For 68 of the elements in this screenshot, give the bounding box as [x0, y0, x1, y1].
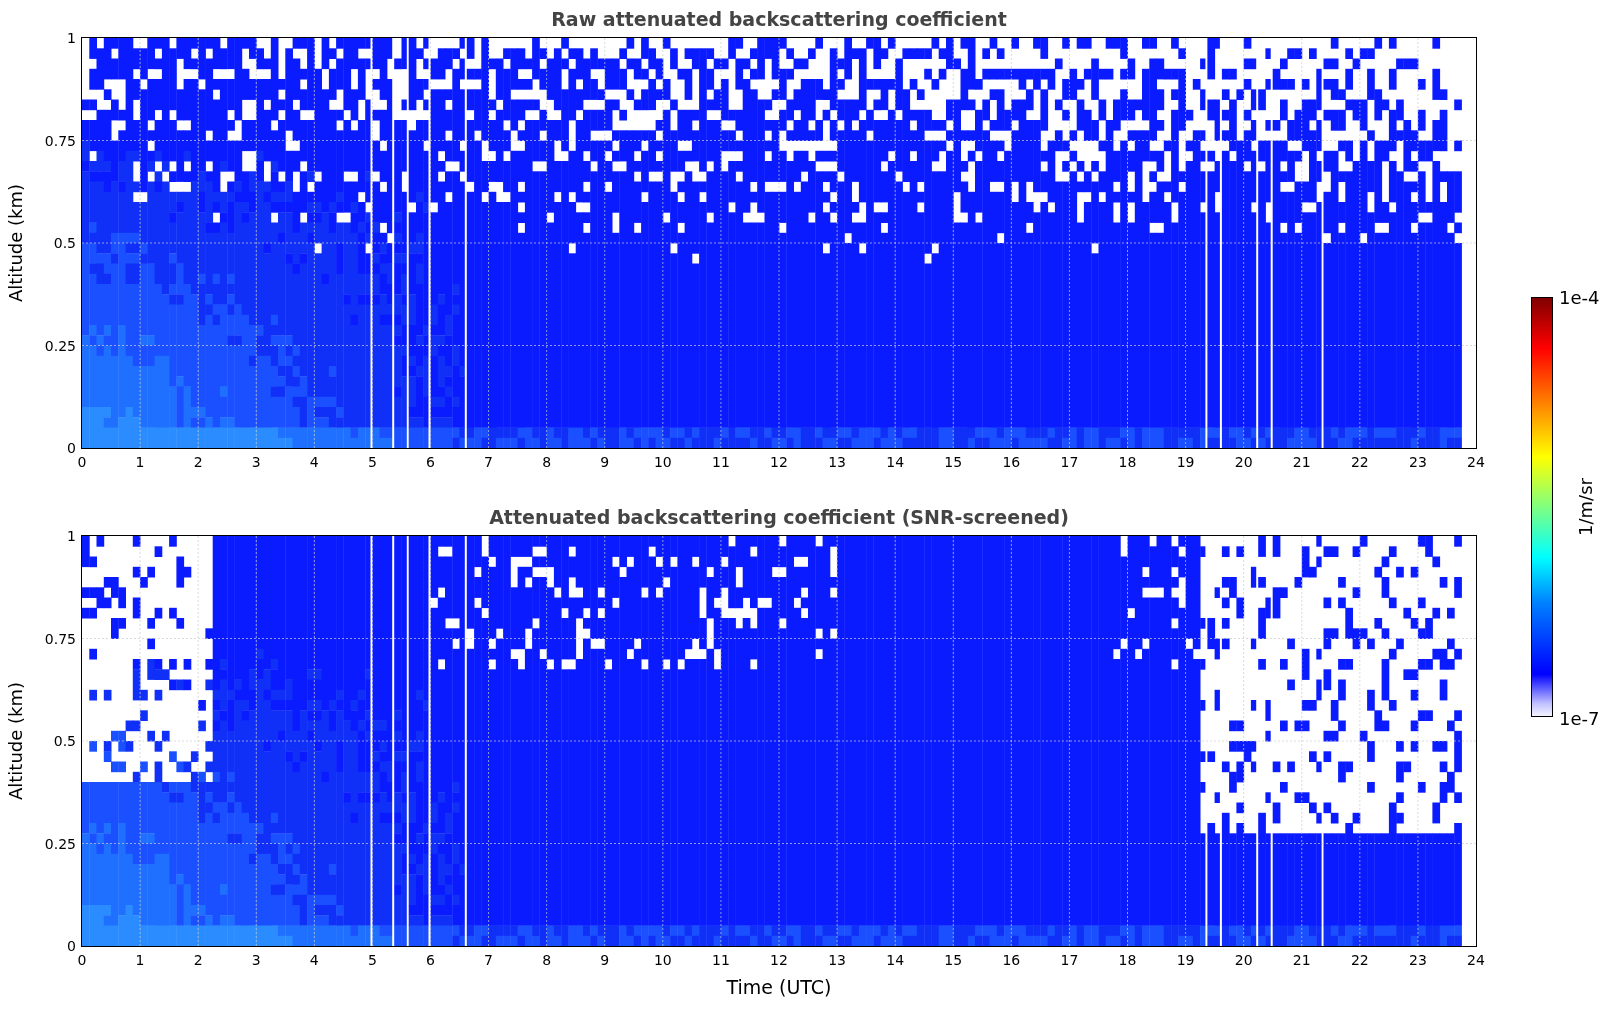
tick-label: 10 [653, 952, 672, 968]
tick-label: 0.25 [44, 337, 76, 354]
tick-label: 16 [1002, 454, 1021, 470]
tick-label: 3 [251, 454, 261, 470]
tick-label: 5 [367, 454, 377, 470]
tick-label: 14 [886, 454, 905, 470]
tick-label: 0 [77, 952, 87, 968]
tick-label: 0.75 [44, 630, 76, 647]
tick-label: 17 [1060, 952, 1079, 968]
tick-label: 12 [770, 454, 788, 470]
tick-label: 9 [600, 454, 610, 470]
tick-label: 0 [67, 938, 76, 954]
tick-label: 1 [135, 952, 145, 968]
chart-title: Raw attenuated backscattering coefficient [551, 8, 1007, 30]
tick-label: 24 [1467, 454, 1485, 470]
colorbar-max-label: 1e-4 [1559, 287, 1600, 308]
tick-label: 1 [67, 528, 76, 544]
tick-label: 7 [484, 454, 494, 470]
tick-label: 12 [770, 952, 788, 968]
colorbar-unit-label: 1/m/sr [1575, 478, 1597, 536]
tick-label: 20 [1234, 454, 1253, 470]
tick-label: 13 [828, 454, 846, 470]
tick-label: 19 [1176, 952, 1195, 968]
tick-label: 0.75 [44, 132, 76, 149]
tick-label: 18 [1118, 952, 1137, 968]
chart-title: Attenuated backscattering coefficient (SNR-screened) [489, 506, 1069, 528]
tick-label: 13 [828, 952, 846, 968]
tick-label: 2 [193, 952, 203, 968]
tick-label: 23 [1409, 454, 1427, 470]
tick-label: 11 [712, 952, 730, 968]
tick-label: 22 [1350, 952, 1369, 968]
tick-label: 3 [251, 952, 261, 968]
tick-label: 6 [426, 952, 435, 968]
tick-label: 5 [367, 952, 377, 968]
tick-label: 14 [886, 952, 905, 968]
tick-label: 0.5 [53, 235, 76, 251]
tick-label: 0.25 [44, 835, 76, 852]
tick-label: 17 [1060, 454, 1079, 470]
tick-label: 6 [426, 454, 435, 470]
tick-label: 24 [1467, 952, 1485, 968]
tick-label: 22 [1350, 454, 1369, 470]
tick-label: 1 [135, 454, 145, 470]
tick-label: 19 [1176, 454, 1195, 470]
tick-label: 21 [1292, 454, 1311, 470]
colorbar-min-label: 1e-7 [1559, 708, 1600, 729]
tick-label: 4 [309, 454, 319, 470]
tick-label: 21 [1292, 952, 1311, 968]
tick-label: 9 [600, 952, 610, 968]
tick-label: 15 [944, 454, 963, 470]
tick-label: 11 [712, 454, 730, 470]
tick-label: 16 [1002, 952, 1021, 968]
tick-label: 2 [193, 454, 203, 470]
tick-label: 18 [1118, 454, 1137, 470]
tick-label: 1 [67, 30, 76, 46]
tick-label: 7 [484, 952, 494, 968]
tick-label: 8 [542, 952, 552, 968]
tick-label: 0.5 [53, 733, 76, 749]
tick-label: 0 [67, 440, 76, 456]
tick-label: 0 [77, 454, 87, 470]
tick-label: 8 [542, 454, 552, 470]
tick-label: 23 [1409, 952, 1427, 968]
axis-label: Altitude (km) [4, 681, 26, 801]
tick-label: 15 [944, 952, 963, 968]
tick-label: 20 [1234, 952, 1253, 968]
tick-label: 10 [653, 454, 672, 470]
axis-label: Altitude (km) [4, 183, 26, 303]
tick-label: 4 [309, 952, 319, 968]
axis-label: Time (UTC) [726, 976, 832, 998]
